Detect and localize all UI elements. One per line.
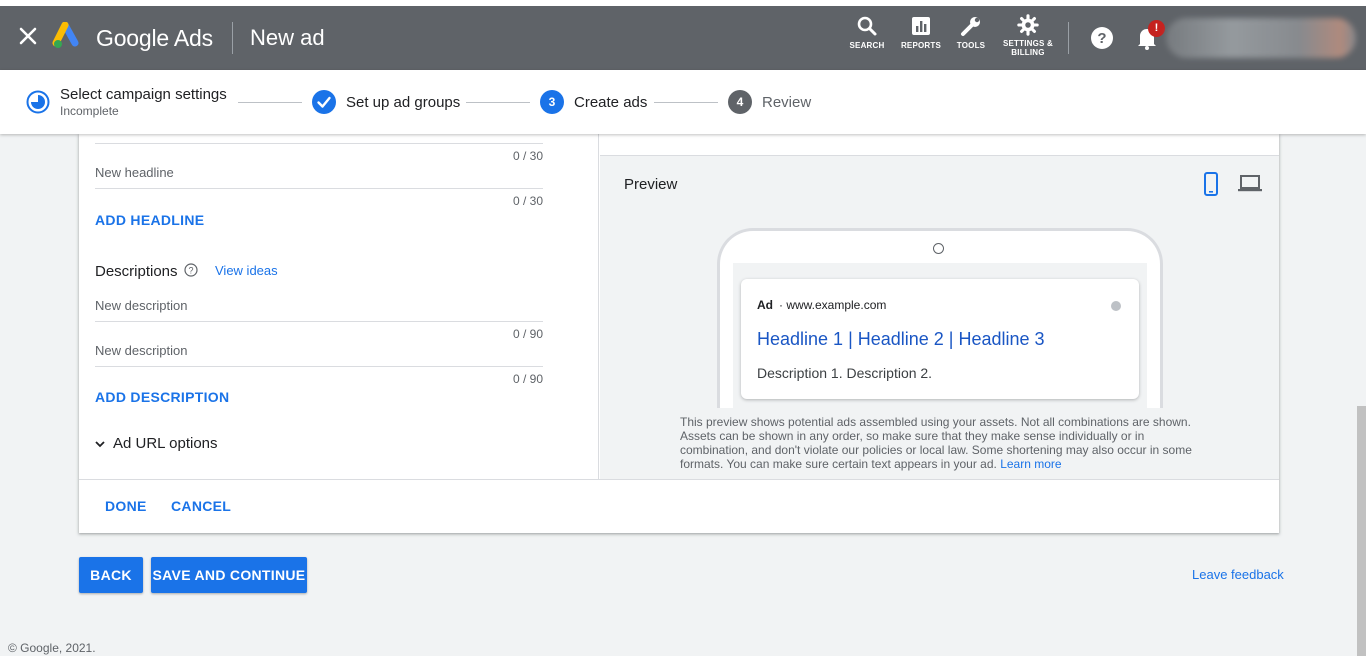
wrench-icon	[961, 17, 980, 36]
brand-name: Google Ads	[96, 25, 213, 51]
headline-field-underline	[95, 188, 543, 189]
descriptions-label: Descriptions	[95, 263, 178, 280]
step-connector	[466, 102, 530, 103]
card-actions: DONE CANCEL	[79, 479, 1279, 533]
step-1-sublabel: Incomplete	[60, 104, 119, 118]
notification-badge: !	[1148, 20, 1165, 37]
app-header: Google Ads New ad SEARCH REPORTS TOOLS S…	[0, 6, 1366, 70]
step-connector	[238, 102, 302, 103]
add-description-button[interactable]: ADD DESCRIPTION	[95, 389, 229, 405]
preview-title: Preview	[624, 176, 678, 193]
preview-note-text: This preview shows potential ads assembl…	[680, 415, 1192, 471]
desktop-device-icon[interactable]	[1237, 174, 1263, 194]
preview-pane: Preview Ad · www.example.com Headline 1 …	[600, 134, 1279, 479]
settings-label-line1: SETTINGS &	[1002, 39, 1053, 48]
description-input[interactable]: New description	[95, 298, 188, 313]
reports-icon	[912, 17, 930, 35]
description-counter: 0 / 90	[512, 372, 543, 386]
learn-more-link[interactable]: Learn more	[1000, 457, 1061, 471]
ad-headline: Headline 1 | Headline 2 | Headline 3	[757, 329, 1045, 349]
account-avatar-blurred[interactable]	[1166, 18, 1356, 58]
phone-screen: Ad · www.example.com Headline 1 | Headli…	[733, 263, 1147, 408]
tools-tool-label: TOOLS	[956, 41, 986, 50]
ad-editor-card: 0 / 30 New headline 0 / 30 ADD HEADLINE …	[79, 134, 1279, 533]
reports-tool-label: REPORTS	[900, 41, 942, 50]
step-connector	[654, 102, 718, 103]
step-3-label[interactable]: Create ads	[574, 94, 647, 111]
back-button[interactable]: BACK	[79, 557, 143, 593]
search-icon	[857, 16, 877, 36]
svg-text:?: ?	[1097, 30, 1106, 47]
ad-url-options-label: Ad URL options	[113, 435, 218, 452]
phone-preview-frame: Ad · www.example.com Headline 1 | Headli…	[717, 228, 1163, 408]
step-4-number: 4	[728, 90, 752, 114]
copyright-footer: © Google, 2021.	[8, 641, 96, 655]
chevron-down-icon	[95, 441, 105, 448]
header-divider	[232, 22, 233, 54]
ad-display-url: · www.example.com	[779, 298, 887, 312]
gear-icon	[1017, 14, 1039, 36]
search-tool-button[interactable]: SEARCH	[848, 14, 886, 50]
ad-preview-card: Ad · www.example.com Headline 1 | Headli…	[741, 279, 1139, 399]
headline-counter: 0 / 30	[512, 149, 543, 163]
done-button[interactable]: DONE	[105, 498, 147, 514]
incomplete-step-icon	[26, 90, 50, 114]
reports-tool-button[interactable]: REPORTS	[900, 14, 942, 50]
ad-form-pane: 0 / 30 New headline 0 / 30 ADD HEADLINE …	[79, 134, 599, 479]
ad-info-dot-icon	[1111, 301, 1121, 311]
step-1-label[interactable]: Select campaign settings	[60, 86, 227, 103]
description-input[interactable]: New description	[95, 343, 188, 358]
description-field-underline	[95, 366, 543, 367]
campaign-stepper: Select campaign settings Incomplete Set …	[0, 70, 1366, 134]
headline-counter: 0 / 30	[512, 194, 543, 208]
settings-billing-button[interactable]: SETTINGS & BILLING	[1001, 14, 1055, 57]
svg-text:?: ?	[188, 266, 193, 276]
search-tool-label: SEARCH	[849, 41, 885, 50]
save-and-continue-button[interactable]: SAVE AND CONTINUE	[151, 557, 307, 593]
ad-label: Ad	[757, 298, 773, 312]
close-icon[interactable]	[16, 24, 40, 48]
step-2-label[interactable]: Set up ad groups	[346, 94, 460, 111]
page-scrollbar[interactable]	[1357, 406, 1366, 656]
phone-camera	[933, 243, 944, 254]
headline-input[interactable]: New headline	[95, 165, 174, 180]
preview-top-strip	[600, 134, 1279, 156]
google-ads-logo	[52, 22, 79, 48]
preview-disclaimer: This preview shows potential ads assembl…	[680, 415, 1200, 471]
cancel-button[interactable]: CANCEL	[171, 498, 231, 514]
settings-billing-label: SETTINGS & BILLING	[1001, 39, 1055, 57]
step-4-label[interactable]: Review	[762, 94, 811, 111]
leave-feedback-link[interactable]: Leave feedback	[1192, 567, 1284, 582]
add-headline-button[interactable]: ADD HEADLINE	[95, 212, 204, 228]
step-3-number: 3	[540, 90, 564, 114]
help-icon[interactable]: ?	[1090, 26, 1114, 50]
check-circle-icon	[312, 90, 336, 114]
settings-label-line2: BILLING	[1011, 48, 1045, 57]
help-outline-icon[interactable]: ?	[184, 263, 198, 277]
description-counter: 0 / 90	[512, 327, 543, 341]
header-divider-right	[1068, 22, 1069, 54]
mobile-device-icon[interactable]	[1203, 172, 1219, 196]
headline-field-underline	[95, 143, 543, 144]
ad-description: Description 1. Description 2.	[757, 365, 933, 381]
page-title: New ad	[250, 25, 325, 50]
view-ideas-link[interactable]: View ideas	[215, 263, 278, 278]
description-field-underline	[95, 321, 543, 322]
tools-tool-button[interactable]: TOOLS	[955, 14, 987, 50]
